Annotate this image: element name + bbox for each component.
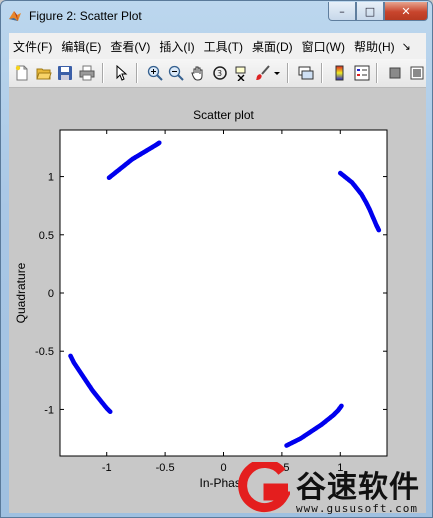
maximize-button[interactable]: □ <box>356 2 384 21</box>
watermark-name: 谷速软件 <box>296 470 420 505</box>
menu-edit[interactable]: 编辑(E) <box>57 38 106 55</box>
menu-overflow-icon[interactable]: ↘ <box>402 40 411 53</box>
minimize-button[interactable]: – <box>328 2 356 21</box>
colorbar-icon[interactable] <box>331 64 349 82</box>
menu-bar: 文件(F) 编辑(E) 查看(V) 插入(I) 工具(T) 桌面(D) 窗口(W… <box>9 33 426 59</box>
menu-insert[interactable]: 插入(I) <box>155 38 199 55</box>
watermark-url: www.gususoft.com <box>296 502 418 515</box>
figure-canvas: -1 -0.5 0 0.5 1 1 0.5 0 -0.5 -1 Scatter plot In-Pha… <box>9 88 426 513</box>
gususoft-logo-icon <box>238 462 290 513</box>
y-tick-label: 0.5 <box>39 230 54 242</box>
maximize-icon: □ <box>364 4 376 18</box>
window-title: Figure 2: Scatter Plot <box>29 9 142 23</box>
chart-title: Scatter plot <box>193 108 254 122</box>
data-point <box>376 227 382 233</box>
print-icon[interactable] <box>78 64 96 82</box>
y-axis-label: Quadrature <box>14 262 28 323</box>
data-point <box>339 403 344 409</box>
save-icon[interactable] <box>57 64 75 82</box>
open-file-icon[interactable] <box>35 64 53 82</box>
matlab-logo-icon <box>9 11 21 21</box>
legend-icon[interactable] <box>353 64 371 82</box>
pointer-icon[interactable] <box>112 64 130 82</box>
dropdown-arrow-icon[interactable] <box>273 64 281 82</box>
data-point <box>107 409 113 415</box>
x-tick-label: 0 <box>220 462 226 474</box>
svg-text:3: 3 <box>217 69 222 78</box>
data-cursor-icon[interactable] <box>233 64 251 82</box>
pan-hand-icon[interactable] <box>189 64 207 82</box>
hide-plot-tools-icon[interactable] <box>386 64 404 82</box>
menu-file[interactable]: 文件(F) <box>9 38 57 55</box>
data-point <box>156 140 162 146</box>
x-tick-label: -1 <box>102 462 112 474</box>
zoom-in-icon[interactable] <box>146 64 164 82</box>
y-tick-label: -1 <box>44 404 54 416</box>
figure-window: Figure 2: Scatter Plot – □ ✕ 文件(F) 编辑(E)… <box>0 0 433 518</box>
toolbar-separator <box>320 63 323 83</box>
scatter-plot[interactable]: -1 -0.5 0 0.5 110.50-0.5-1Scatter plotIn-Pha… <box>9 88 426 513</box>
new-figure-icon[interactable] <box>13 64 31 82</box>
y-tick-label: 0 <box>48 288 54 300</box>
close-button[interactable]: ✕ <box>384 2 428 21</box>
y-tick-label: 1 <box>48 172 54 184</box>
y-tick-label: -0.5 <box>35 346 54 358</box>
menu-tools[interactable]: 工具(T) <box>200 38 248 55</box>
menu-desktop[interactable]: 桌面(D) <box>248 38 298 55</box>
toolbar-separator <box>102 63 104 83</box>
toolbar-separator <box>376 63 379 83</box>
brush-icon[interactable] <box>254 64 272 82</box>
toolbar-separator <box>287 63 290 83</box>
zoom-out-icon[interactable] <box>167 64 185 82</box>
title-bar[interactable]: Figure 2: Scatter Plot – □ ✕ <box>1 1 432 31</box>
show-plot-tools-icon[interactable] <box>408 64 426 82</box>
minimize-icon: – <box>339 4 345 18</box>
menu-view[interactable]: 查看(V) <box>106 38 155 55</box>
close-icon: ✕ <box>401 4 411 18</box>
figure-toolbar: 3 <box>9 59 426 88</box>
rotate-3d-icon[interactable]: 3 <box>211 64 229 82</box>
x-tick-label: -0.5 <box>156 462 175 474</box>
toolbar-separator <box>135 63 138 83</box>
menu-window[interactable]: 窗口(W) <box>298 38 350 55</box>
link-plot-icon[interactable] <box>297 64 315 82</box>
menu-help[interactable]: 帮助(H) <box>350 38 400 55</box>
watermark: 谷速软件 www.gususoft.com <box>238 460 433 518</box>
